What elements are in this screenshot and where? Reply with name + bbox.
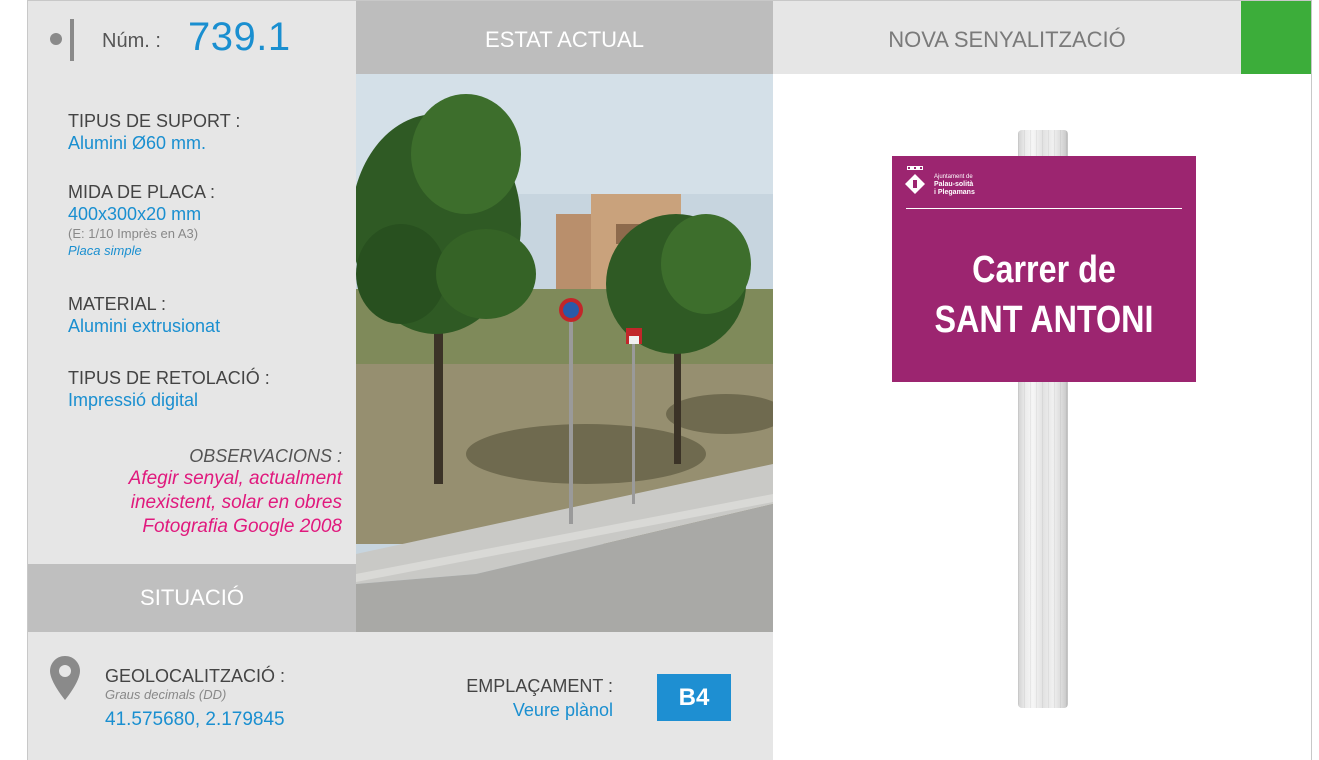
situation-header: SITUACIÓ [28,564,356,632]
placement-label: EMPLAÇAMENT : [466,676,613,696]
lettering-label: TIPUS DE RETOLACIÓ : [68,368,270,388]
location-panel: GEOLOCALITZACIÓ : Graus decimals (DD) 41… [28,632,773,760]
plate-type-note: Placa simple [68,243,142,258]
sign-street-type: Carrer de [972,249,1116,291]
geolocation-value: 41.575680, 2.179845 [105,709,285,730]
placement-link[interactable]: Veure plànol [513,700,613,721]
crest-line-3-text: i Plegamans [934,189,975,196]
observations-label: OBSERVACIONS : [189,446,342,466]
marker-dot-icon [50,33,62,45]
new-signage-label: NOVA SENYALITZACIÓ [888,27,1126,52]
material-label: MATERIAL : [68,294,167,314]
plate-scale-note: (E: 1/10 Imprès en A3) [68,226,199,241]
material-value: Alumini extrusionat [68,316,221,336]
grid-cell-badge: B4 [657,674,731,721]
plate-divider [906,208,1182,209]
marker-line-icon [70,19,74,61]
lettering-value: Impressió digital [68,390,199,410]
crest-line-2: Palau-solità [934,181,975,189]
observations-line-3: Fotografia Google 2008 [142,516,342,537]
number-header: Núm. : 739.1 [28,1,356,74]
support-type-label: TIPUS DE SUPORT : [68,111,241,131]
support-type-field: TIPUS DE SUPORT : Alumini Ø60 mm. [68,110,240,154]
observations-line-1: Afegir senyal, actualment [128,468,342,489]
map-pin-icon [50,656,80,700]
observations-line-2: inexistent, solar en obres [130,492,342,513]
sign-street-name: SANT ANTONI [934,299,1154,341]
support-type-value: Alumini Ø60 mm. [68,133,207,153]
sign-spec-sheet: Núm. : 739.1 TIPUS DE SUPORT : Alumini Ø… [27,0,1312,760]
current-state-photo [356,74,773,632]
street-sign-plate: Ajuntament de Palau-solità i Plegamans C… [892,156,1196,382]
lettering-field: TIPUS DE RETOLACIÓ : Impressió digital [68,367,270,411]
town-crest-icon [905,166,925,194]
plate-size-label: MIDA DE PLACA : [68,182,216,202]
crest-line-2-text: Palau-solità [934,181,974,188]
current-state-header: ESTAT ACTUAL [356,1,773,74]
new-signage-header: NOVA SENYALITZACIÓ [773,1,1241,74]
crest-line-1: Ajuntament de [934,174,973,180]
observations: OBSERVACIONS : Afegir senyal, actualment… [42,445,342,539]
crest-line-3: i Plegamans [934,189,975,197]
current-state-label: ESTAT ACTUAL [485,27,644,52]
plate-size-field: MIDA DE PLACA : 400x300x20 mm (E: 1/10 I… [68,181,215,259]
geolocation-label: GEOLOCALITZACIÓ : [105,666,286,686]
town-crest-text: Ajuntament de Palau-solità i Plegamans [934,174,975,197]
status-color-block [1241,1,1311,74]
situation-label: SITUACIÓ [140,585,244,610]
geolocation-format: Graus decimals (DD) [105,687,227,702]
plate-size-value: 400x300x20 mm [68,204,202,224]
material-field: MATERIAL : Alumini extrusionat [68,293,220,337]
number-label: Núm. : [102,30,161,52]
number-value: 739.1 [188,15,291,59]
